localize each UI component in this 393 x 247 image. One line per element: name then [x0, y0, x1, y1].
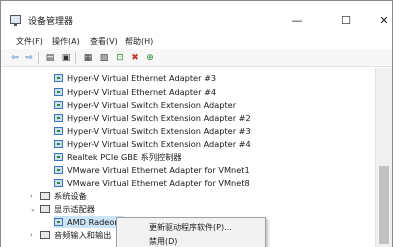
menu-bar: 文件(F) 操作(A) 查看(V) 帮助(H): [1, 34, 392, 49]
device-manager-window: 设备管理器 — ☐ ✕ 文件(F) 操作(A) 查看(V) 帮助(H) ⇦ ⇨ …: [0, 0, 393, 247]
menu-action[interactable]: 操作(A): [52, 36, 80, 47]
network-adapter-icon: [54, 140, 63, 148]
scrollbar-thumb[interactable]: [379, 166, 389, 244]
expand-chevron-icon[interactable]: ›: [30, 231, 38, 239]
toolbar: ⇦ ⇨ ▤ ▣ ▦ ▧ ⊡ ✖ ⊕: [1, 49, 392, 67]
expand-chevron-icon[interactable]: ›: [30, 192, 38, 200]
tree-item-amd-radeon[interactable]: AMD Radeon H: [54, 216, 128, 228]
menu-file[interactable]: 文件(F): [16, 36, 43, 47]
tree-item[interactable]: Hyper-V Virtual Switch Extension Adapter…: [54, 138, 251, 150]
menu-item-update-driver[interactable]: 更新驱动程序软件(P)...: [149, 222, 232, 233]
back-arrow-icon[interactable]: ⇦: [9, 52, 21, 63]
device-manager-icon: [10, 15, 21, 26]
uninstall-icon[interactable]: ⊕: [144, 52, 156, 63]
tree-item[interactable]: Hyper-V Virtual Switch Extension Adapter…: [54, 112, 251, 124]
maximize-button[interactable]: ☐: [331, 9, 361, 31]
menu-item-disable[interactable]: 禁用(D): [149, 236, 177, 247]
tree-item[interactable]: Hyper-V Virtual Switch Extension Adapter…: [54, 125, 251, 137]
remove-device-icon[interactable]: ✖: [129, 52, 141, 63]
tree-item[interactable]: Realtek PCIe GBE 系列控制器: [54, 151, 182, 163]
window-title: 设备管理器: [28, 17, 74, 27]
close-button[interactable]: ✕: [369, 9, 393, 31]
system-devices-icon: [40, 192, 50, 200]
context-menu: 更新驱动程序软件(P)... 禁用(D): [116, 217, 266, 247]
minimize-button[interactable]: —: [282, 9, 312, 31]
tree-category-system-devices[interactable]: › 系统设备: [30, 190, 87, 202]
display-adapter-icon: [40, 205, 50, 213]
network-adapter-icon: [54, 153, 63, 161]
network-adapter-icon: [54, 114, 63, 122]
scan-hardware-icon[interactable]: ▧: [98, 52, 110, 63]
tree-item[interactable]: Hyper-V Virtual Switch Extension Adapter: [54, 99, 236, 111]
audio-icon: [40, 231, 50, 239]
collapse-chevron-icon[interactable]: ⌄: [30, 205, 38, 213]
forward-arrow-icon[interactable]: ⇨: [23, 52, 35, 63]
properties-icon[interactable]: ▤: [44, 52, 56, 63]
menu-help[interactable]: 帮助(H): [125, 36, 153, 47]
menu-view[interactable]: 查看(V): [90, 36, 118, 47]
tree-category-display-adapters[interactable]: ⌄ 显示适配器: [30, 203, 95, 215]
tree-item[interactable]: Hyper-V Virtual Ethernet Adapter #3: [54, 72, 216, 84]
help-icon[interactable]: ▣: [60, 52, 72, 63]
tree-item[interactable]: VMware Virtual Ethernet Adapter for VMne…: [54, 177, 250, 189]
vertical-scrollbar[interactable]: [375, 68, 392, 247]
toolbar-separator: [75, 52, 76, 64]
toolbar-separator: [38, 52, 39, 64]
update-driver-icon[interactable]: ▦: [82, 52, 94, 63]
network-adapter-icon: [54, 179, 63, 187]
tree-category-audio[interactable]: › 音频输入和输出: [30, 229, 111, 241]
display-adapter-icon: [54, 218, 63, 226]
network-adapter-icon: [54, 101, 63, 109]
tree-item[interactable]: VMware Virtual Ethernet Adapter for VMne…: [54, 164, 250, 176]
network-adapter-icon: [54, 166, 63, 174]
network-adapter-icon: [54, 74, 63, 82]
tree-item[interactable]: Hyper-V Virtual Ethernet Adapter #4: [54, 86, 216, 98]
title-bar[interactable]: 设备管理器 — ☐ ✕: [1, 1, 392, 31]
network-adapter-icon: [54, 127, 63, 135]
network-adapter-icon: [54, 88, 63, 96]
enable-device-icon[interactable]: ⊡: [114, 52, 126, 63]
